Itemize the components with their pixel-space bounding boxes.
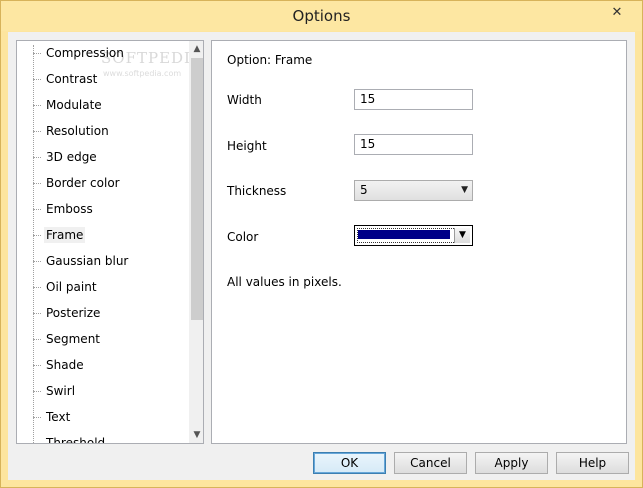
help-button[interactable]: Help	[556, 452, 629, 474]
tree-item-label: Threshold	[46, 436, 106, 444]
tree-item-label: Text	[46, 410, 71, 424]
tree-item-label: Modulate	[46, 98, 102, 112]
tree-item-text[interactable]: Text	[33, 407, 183, 427]
tree-item-label: Oil paint	[46, 280, 97, 294]
tree-item-gaussian-blur[interactable]: Gaussian blur	[33, 251, 183, 271]
tree-item-posterize[interactable]: Posterize	[33, 303, 183, 323]
color-swatch	[358, 230, 450, 239]
close-icon[interactable]: ✕	[605, 4, 629, 22]
options-tree[interactable]: SOFTPEDIA www.softpedia.com Compression …	[16, 40, 204, 444]
scroll-up-icon[interactable]: ▲	[189, 41, 203, 57]
scroll-thumb[interactable]	[191, 58, 203, 320]
tree-item-oil-paint[interactable]: Oil paint	[33, 277, 183, 297]
tree-item-modulate[interactable]: Modulate	[33, 95, 183, 115]
tree-item-swirl[interactable]: Swirl	[33, 381, 183, 401]
option-settings-panel: Option: Frame Width 15 Height 15 Thickne…	[211, 40, 627, 444]
tree-item-threshold[interactable]: Threshold	[33, 433, 183, 444]
tree-item-label: Border color	[46, 176, 120, 190]
options-dialog: Options ✕ SOFTPEDIA www.softpedia.com Co…	[0, 0, 643, 488]
tree-item-label: Gaussian blur	[46, 254, 129, 268]
color-label: Color	[227, 230, 259, 244]
tree-item-label: Compression	[46, 46, 124, 60]
tree-item-label: Emboss	[46, 202, 93, 216]
thickness-select[interactable]: 5 ▼	[354, 180, 473, 201]
tree-item-shade[interactable]: Shade	[33, 355, 183, 375]
tree-item-label: Resolution	[46, 124, 109, 138]
apply-button[interactable]: Apply	[475, 452, 548, 474]
dialog-body: SOFTPEDIA www.softpedia.com Compression …	[8, 32, 635, 480]
color-select[interactable]: ▼	[354, 225, 473, 246]
tree-item-resolution[interactable]: Resolution	[33, 121, 183, 141]
tree-item-label: Shade	[46, 358, 84, 372]
scroll-down-icon[interactable]: ▼	[189, 427, 203, 443]
thickness-value: 5	[360, 183, 368, 197]
cancel-button[interactable]: Cancel	[394, 452, 467, 474]
units-note: All values in pixels.	[227, 275, 342, 289]
tree-scrollbar[interactable]: ▲ ▼	[189, 41, 203, 443]
width-field[interactable]: 15	[354, 89, 473, 110]
tree-item-contrast[interactable]: Contrast	[33, 69, 183, 89]
tree-item-label: Segment	[46, 332, 100, 346]
tree-item-label: Contrast	[46, 72, 98, 86]
tree-item-border-color[interactable]: Border color	[33, 173, 183, 193]
tree-item-label: Posterize	[46, 306, 101, 320]
height-label: Height	[227, 139, 267, 153]
tree-item-label: 3D edge	[46, 150, 97, 164]
tree-item-3d-edge[interactable]: 3D edge	[33, 147, 183, 167]
option-heading: Option: Frame	[227, 53, 313, 67]
ok-button[interactable]: OK	[313, 452, 386, 474]
width-label: Width	[227, 93, 262, 107]
tree-item-frame[interactable]: Frame	[33, 225, 183, 245]
tree-item-segment[interactable]: Segment	[33, 329, 183, 349]
window-title: Options	[292, 7, 351, 25]
tree-item-emboss[interactable]: Emboss	[33, 199, 183, 219]
title-bar: Options ✕	[1, 1, 642, 31]
chevron-down-icon[interactable]: ▼	[454, 228, 470, 243]
chevron-down-icon: ▼	[461, 185, 468, 195]
height-field[interactable]: 15	[354, 134, 473, 155]
tree-item-label: Swirl	[46, 384, 76, 398]
thickness-label: Thickness	[227, 184, 287, 198]
tree-item-label: Frame	[44, 227, 86, 243]
tree-item-compression[interactable]: Compression	[33, 43, 183, 63]
